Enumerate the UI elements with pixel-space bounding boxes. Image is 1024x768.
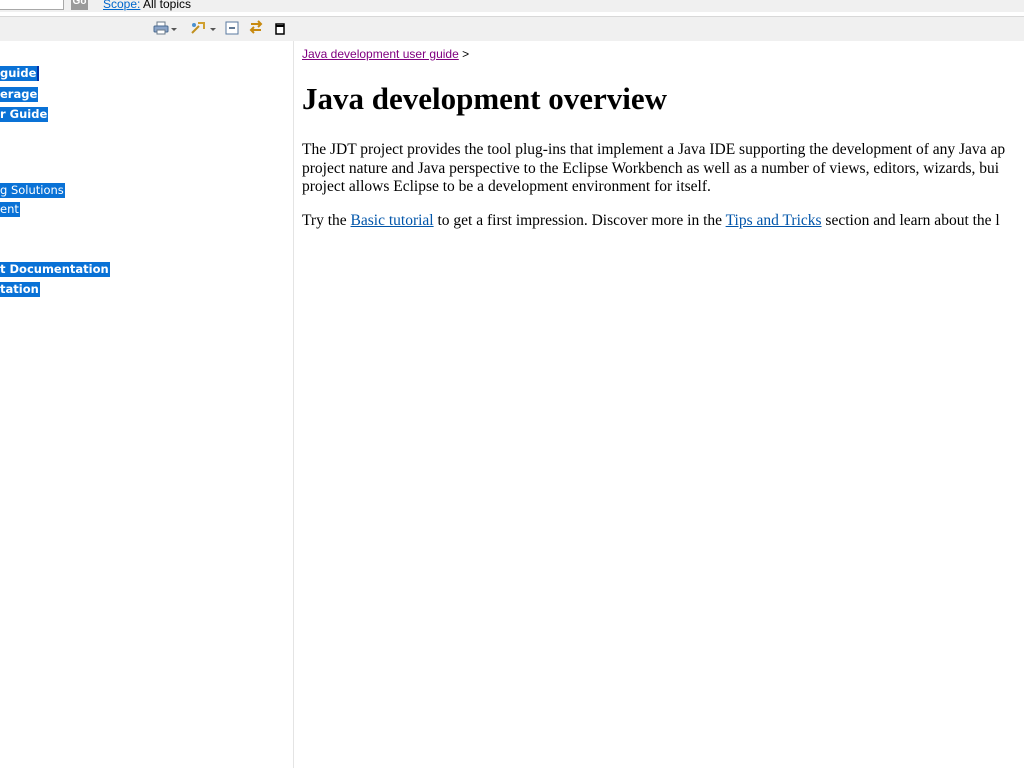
content-pane: Java development user guide > Java devel…: [294, 41, 1024, 768]
toc-item[interactable]: tation: [0, 282, 40, 297]
scope-value: All topics: [143, 0, 192, 11]
link-with-contents-button[interactable]: [248, 19, 264, 39]
go-button[interactable]: Go: [71, 0, 88, 10]
paragraph-text: to get a first impression. Discover more…: [433, 212, 726, 229]
breadcrumb-separator: >: [462, 47, 470, 61]
synchronize-button[interactable]: [190, 21, 216, 37]
tutorial-paragraph: Try the Basic tutorial to get a first im…: [302, 212, 1024, 231]
print-icon: [153, 20, 169, 39]
page-title: Java development overview: [302, 81, 668, 116]
maximize-button[interactable]: [274, 21, 286, 37]
toc-item[interactable]: g Solutions: [0, 183, 65, 198]
breadcrumb-link[interactable]: Java development user guide: [302, 47, 459, 61]
collapse-all-icon: [225, 20, 239, 39]
toc-item[interactable]: ent: [0, 202, 20, 217]
scope-link[interactable]: Scope:: [103, 0, 140, 11]
paragraph-line: project allows Eclipse to be a developme…: [302, 178, 711, 195]
collapse-all-button[interactable]: [225, 21, 239, 37]
toc-toolbar: [0, 16, 1024, 42]
paragraph-text: Try the: [302, 212, 351, 229]
paragraph-line: project nature and Java perspective to t…: [302, 159, 1000, 177]
toc-item[interactable]: r Guide: [0, 107, 49, 122]
search-input[interactable]: [0, 0, 64, 10]
toc-item[interactable]: guide: [0, 66, 40, 81]
toc-pane: guide erage r Guide g Solutions ent t Do…: [0, 41, 294, 768]
breadcrumb: Java development user guide >: [302, 47, 469, 61]
toc-item[interactable]: erage: [0, 87, 39, 102]
toc-item[interactable]: t Documentation: [0, 262, 110, 277]
tips-and-tricks-link[interactable]: Tips and Tricks: [726, 212, 822, 229]
synchronize-icon: [190, 20, 208, 39]
search-bar: Go Scope: All topics: [0, 0, 1024, 12]
link-with-contents-icon: [248, 19, 264, 39]
print-button[interactable]: [153, 21, 177, 37]
overview-paragraph: The JDT project provides the tool plug-i…: [302, 141, 1024, 197]
basic-tutorial-link[interactable]: Basic tutorial: [351, 212, 434, 229]
paragraph-text: section and learn about the l: [821, 212, 1000, 229]
maximize-icon: [274, 20, 286, 39]
paragraph-line: The JDT project provides the tool plug-i…: [302, 141, 1006, 158]
